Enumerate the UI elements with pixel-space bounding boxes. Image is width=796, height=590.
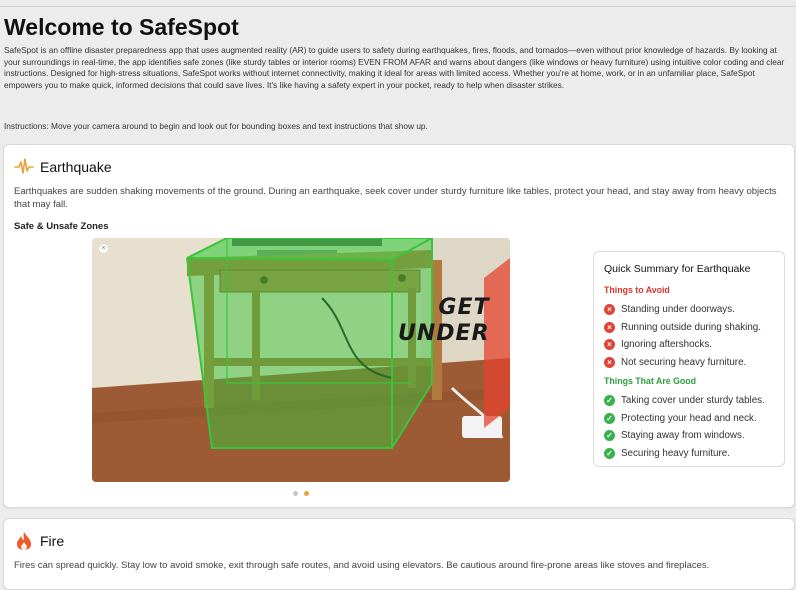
list-item: × Running outside during shaking. [604,319,761,337]
list-item: ✓ Protecting your head and neck. [604,410,765,428]
fire-title: Fire [40,533,65,549]
zones-label: Safe & Unsafe Zones [14,221,109,232]
fire-card: Fire Fires can spread quickly. Stay low … [3,518,795,590]
earthquake-description: Earthquakes are sudden shaking movements… [14,186,777,210]
list-item: ✓ Taking cover under sturdy tables. [604,392,765,410]
carousel-indicator [293,491,309,496]
check-circle-icon: ✓ [604,395,615,407]
quick-summary-panel: Quick Summary for Earthquake Things to A… [593,251,785,467]
ar-camera-image[interactable]: × GET UNDER [92,238,510,482]
x-circle-icon: × [604,304,615,316]
flame-icon [14,531,34,551]
good-item-label: Securing heavy furniture. [621,447,730,459]
check-circle-icon: ✓ [604,412,615,424]
list-item: × Not securing heavy furniture. [604,354,761,372]
seismic-wave-icon [14,157,34,177]
good-item-label: Staying away from windows. [621,430,745,442]
x-circle-icon: × [604,356,615,368]
fire-description: Fires can spread quickly. Stay low to av… [14,560,710,571]
list-item: ✓ Staying away from windows. [604,427,765,445]
check-circle-icon: ✓ [604,447,615,459]
x-circle-icon: × [604,321,615,333]
ar-instruction-label: GET UNDER [398,295,490,347]
carousel-dot[interactable] [293,491,298,496]
earthquake-title: Earthquake [40,159,112,175]
avoid-heading: Things to Avoid [604,285,670,295]
page-title: Welcome to SafeSpot [4,14,239,40]
x-circle-icon: × [604,339,615,351]
avoid-item-label: Standing under doorways. [621,304,735,316]
avoid-item-label: Running outside during shaking. [621,321,761,333]
instructions-text: Instructions: Move your camera around to… [4,121,428,131]
good-item-label: Taking cover under sturdy tables. [621,395,765,407]
earthquake-card: Earthquake Earthquakes are sudden shakin… [3,144,795,508]
close-icon[interactable]: × [99,244,108,253]
fire-header: Fire [14,531,64,551]
avoid-item-label: Ignoring aftershocks. [621,339,712,351]
good-list: ✓ Taking cover under sturdy tables. ✓ Prot… [604,392,765,462]
good-heading: Things That Are Good [604,376,697,386]
list-item: × Ignoring aftershocks. [604,336,761,354]
earthquake-header: Earthquake [14,157,112,177]
summary-title: Quick Summary for Earthquake [604,263,751,275]
carousel-dot-active[interactable] [304,491,309,496]
good-item-label: Protecting your head and neck. [621,412,757,424]
intro-text: SafeSpot is an offline disaster prepared… [4,45,785,90]
list-item: ✓ Securing heavy furniture. [604,445,765,463]
top-divider [0,6,796,7]
ar-instruction-line-2: UNDER [398,321,490,346]
list-item: × Standing under doorways. [604,301,761,319]
avoid-list: × Standing under doorways. × Running outsi… [604,301,761,371]
avoid-item-label: Not securing heavy furniture. [621,356,747,368]
check-circle-icon: ✓ [604,430,615,442]
ar-instruction-line-1: GET [438,295,490,320]
